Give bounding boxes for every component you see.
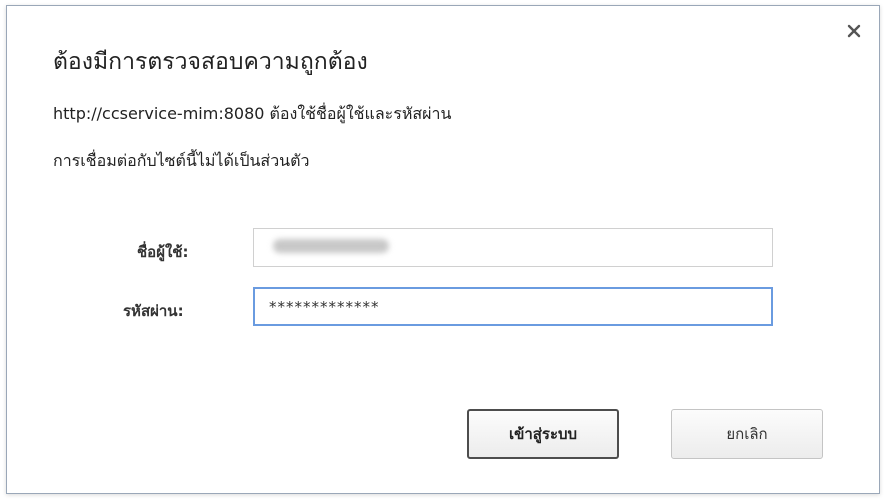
dialog-title: ต้องมีการตรวจสอบความถูกต้อง	[53, 49, 368, 75]
password-field[interactable]	[253, 287, 773, 326]
login-button[interactable]: เข้าสู่ระบบ	[467, 409, 619, 459]
close-icon[interactable]	[843, 20, 865, 42]
password-label: รหัสผ่าน:	[123, 302, 184, 320]
dialog-message-url: http://ccservice-mim:8080 ต้องใช้ชื่อผู้…	[53, 104, 452, 123]
cancel-button[interactable]: ยกเลิก	[671, 409, 823, 459]
auth-dialog: ต้องมีการตรวจสอบความถูกต้อง http://ccser…	[6, 5, 880, 494]
username-label: ชื่อผู้ใช้:	[137, 243, 189, 261]
username-field[interactable]	[253, 228, 773, 267]
dialog-message-privacy: การเชื่อมต่อกับไซต์นี้ไม่ได้เป็นส่วนตัว	[53, 151, 310, 170]
